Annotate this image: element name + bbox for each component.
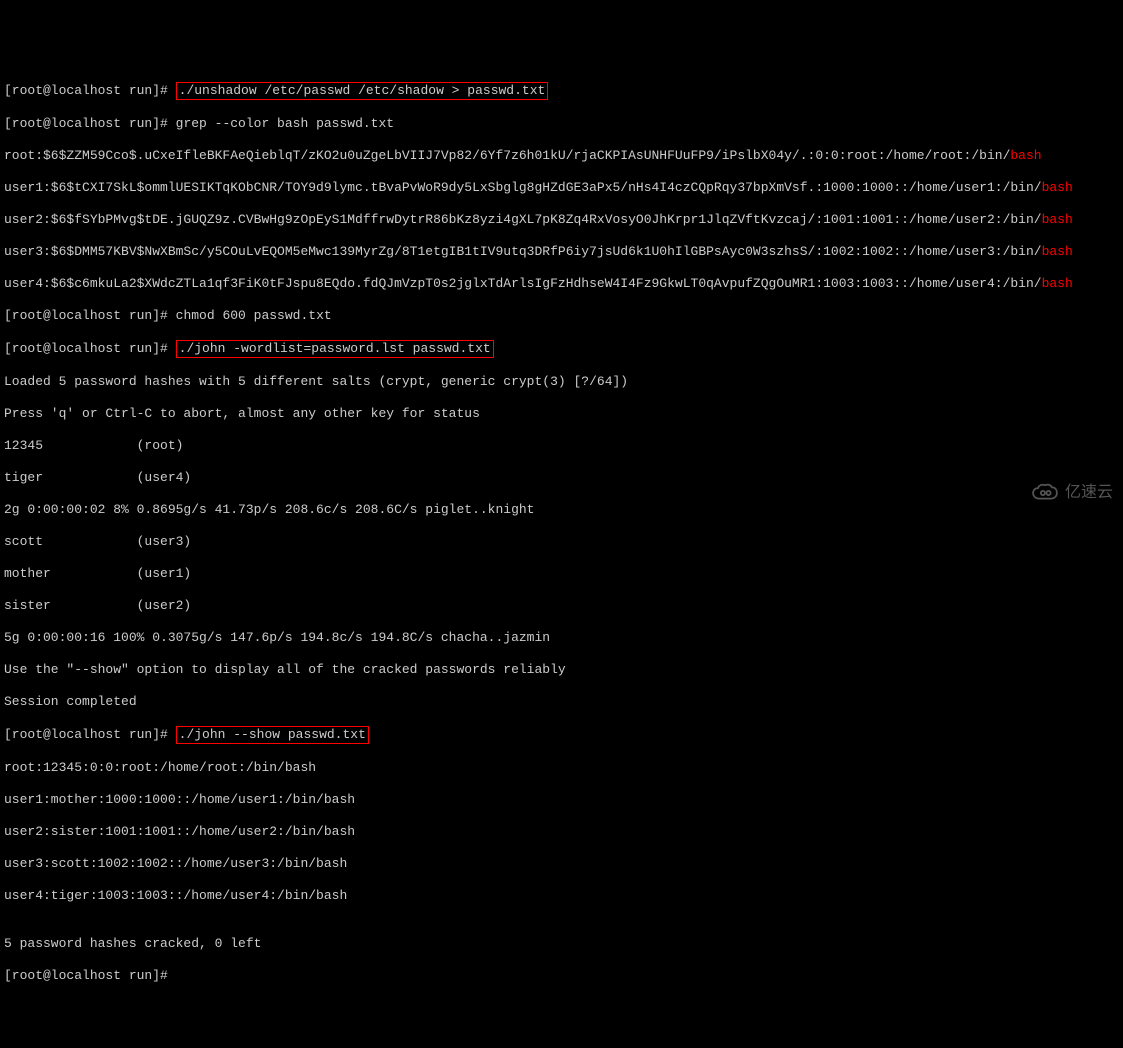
john-out-3: tiger (user4)	[4, 470, 1119, 486]
cmd-line-1: [root@localhost run]# ./unshadow /etc/pa…	[4, 82, 1119, 100]
cmd-line-2: [root@localhost run]# grep --color bash …	[4, 116, 1119, 132]
show-out-3: user3:scott:1002:1002::/home/user3:/bin/…	[4, 856, 1119, 872]
bash-highlight: bash	[1042, 212, 1073, 227]
hash-user4: user4:$6$c6mkuLa2$XWdcZTLa1qf3FiK0tFJspu…	[4, 276, 1119, 292]
prompt: [root@localhost run]#	[4, 968, 168, 983]
bash-highlight: bash	[1010, 148, 1041, 163]
prompt: [root@localhost run]#	[4, 341, 168, 356]
terminal[interactable]: [root@localhost run]# ./unshadow /etc/pa…	[4, 66, 1119, 1000]
john-out-7: sister (user2)	[4, 598, 1119, 614]
john-out-2: 12345 (root)	[4, 438, 1119, 454]
prompt: [root@localhost run]#	[4, 727, 168, 742]
cmd-line-5: [root@localhost run]# ./john --show pass…	[4, 726, 1119, 744]
bash-highlight: bash	[1042, 244, 1073, 259]
show-out-4: user4:tiger:1003:1003::/home/user4:/bin/…	[4, 888, 1119, 904]
prompt: [root@localhost run]#	[4, 83, 168, 98]
prompt: [root@localhost run]#	[4, 116, 168, 131]
show-out-1: user1:mother:1000:1000::/home/user1:/bin…	[4, 792, 1119, 808]
watermark: 亿速云	[1031, 482, 1113, 504]
show-out-6: 5 password hashes cracked, 0 left	[4, 936, 1119, 952]
john-out-4: 2g 0:00:00:02 8% 0.8695g/s 41.73p/s 208.…	[4, 502, 1119, 518]
cmd-line-4: [root@localhost run]# ./john -wordlist=p…	[4, 340, 1119, 358]
john-out-10: Session completed	[4, 694, 1119, 710]
show-out-0: root:12345:0:0:root:/home/root:/bin/bash	[4, 760, 1119, 776]
hash-user3: user3:$6$DMM57KBV$NwXBmSc/y5COuLvEQOM5eM…	[4, 244, 1119, 260]
john-out-6: mother (user1)	[4, 566, 1119, 582]
john-out-1: Press 'q' or Ctrl-C to abort, almost any…	[4, 406, 1119, 422]
hash-user2: user2:$6$fSYbPMvg$tDE.jGUQZ9z.CVBwHg9zOp…	[4, 212, 1119, 228]
bash-highlight: bash	[1042, 276, 1073, 291]
prompt: [root@localhost run]#	[4, 308, 168, 323]
john-out-0: Loaded 5 password hashes with 5 differen…	[4, 374, 1119, 390]
cloud-icon	[1031, 482, 1059, 504]
cmd-john-show: ./john --show passwd.txt	[176, 726, 369, 744]
show-out-2: user2:sister:1001:1001::/home/user2:/bin…	[4, 824, 1119, 840]
cmd-grep: grep --color bash passwd.txt	[176, 116, 394, 131]
john-out-5: scott (user3)	[4, 534, 1119, 550]
cmd-john: ./john -wordlist=password.lst passwd.txt	[176, 340, 494, 358]
cmd-line-3: [root@localhost run]# chmod 600 passwd.t…	[4, 308, 1119, 324]
hash-root: root:$6$ZZM59Cco$.uCxeIfleBKFAeQieblqT/z…	[4, 148, 1119, 164]
cmd-unshadow: ./unshadow /etc/passwd /etc/shadow > pas…	[176, 82, 549, 100]
john-out-8: 5g 0:00:00:16 100% 0.3075g/s 147.6p/s 19…	[4, 630, 1119, 646]
watermark-text: 亿速云	[1065, 485, 1113, 501]
bash-highlight: bash	[1042, 180, 1073, 195]
cmd-line-6: [root@localhost run]#	[4, 968, 1119, 984]
cmd-chmod: chmod 600 passwd.txt	[176, 308, 332, 323]
john-out-9: Use the "--show" option to display all o…	[4, 662, 1119, 678]
hash-user1: user1:$6$tCXI7SkL$ommlUESIKTqKObCNR/TOY9…	[4, 180, 1119, 196]
